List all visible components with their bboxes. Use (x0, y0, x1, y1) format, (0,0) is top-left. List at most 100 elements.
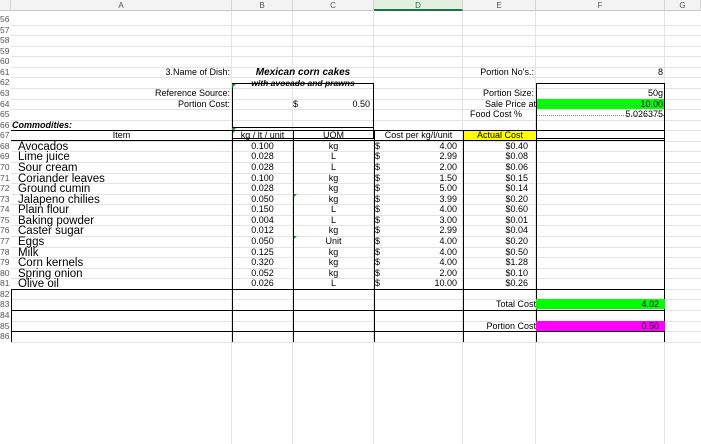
table-border (536, 130, 537, 289)
column-header-a[interactable]: A (11, 0, 232, 11)
table-row-uom: L (330, 278, 336, 288)
sale-price-value: 10.00 (536, 99, 665, 109)
portion-cost-value: 0.50 (352, 99, 370, 109)
row-header[interactable]: 79 (0, 257, 11, 267)
totals-border (536, 289, 537, 342)
table-row-uom: kg (328, 225, 339, 235)
row-header[interactable]: 86 (0, 331, 11, 341)
row-header[interactable]: 77 (0, 236, 11, 246)
food-cost-label: Food Cost % (469, 109, 522, 119)
row-header[interactable]: 56 (0, 14, 11, 24)
row-header[interactable]: 71 (0, 173, 11, 183)
row-header[interactable]: 73 (0, 194, 11, 204)
table-border (232, 130, 233, 289)
row-header[interactable]: 60 (0, 56, 11, 66)
table-row-cost: 5.00 (439, 183, 457, 193)
table-border (11, 140, 665, 141)
table-row-uom: kg (328, 247, 339, 257)
gridline-row (11, 342, 701, 343)
table-row-cost: 4.00 (439, 257, 457, 267)
row-header[interactable]: 80 (0, 268, 11, 278)
row-header[interactable]: 74 (0, 204, 11, 214)
header-item: Item (112, 130, 131, 140)
table-row-uom: L (330, 162, 336, 172)
table-row-actual: $0.08 (505, 151, 528, 161)
table-row-actual: $0.10 (505, 268, 528, 278)
table-border (293, 130, 294, 289)
row-header[interactable]: 83 (0, 299, 11, 309)
column-header-b[interactable]: B (232, 0, 293, 11)
header-qty: kg / lt / unit (240, 130, 285, 140)
table-row-uom: L (330, 215, 336, 225)
portion-box-border (536, 83, 665, 84)
gridline-row (11, 56, 701, 57)
column-header-d[interactable]: D (374, 0, 463, 11)
table-row-qty: 0.004 (251, 215, 274, 225)
row-header[interactable]: 58 (0, 35, 11, 45)
table-row-cost: 2.99 (439, 151, 457, 161)
table-row-actual: $0.01 (505, 215, 528, 225)
dish-box-border (232, 127, 374, 128)
table-row-actual: $0.14 (505, 183, 528, 193)
table-row-actual: $0.20 (505, 236, 528, 246)
dotted-divider (537, 105, 664, 106)
row-header[interactable]: 69 (0, 151, 11, 161)
totals-border (664, 289, 665, 342)
table-row-actual: $0.15 (505, 173, 528, 183)
row-header[interactable]: 61 (0, 67, 11, 77)
column-header-c[interactable]: C (293, 0, 374, 11)
table-border (374, 130, 375, 289)
row-header[interactable]: 81 (0, 278, 11, 288)
row-header[interactable]: 72 (0, 183, 11, 193)
table-row-qty: 0.050 (251, 236, 274, 246)
row-header[interactable]: 63 (0, 88, 11, 98)
table-border (11, 130, 665, 131)
column-header-e[interactable]: E (463, 0, 536, 11)
table-row-actual: $0.40 (505, 141, 528, 151)
table-row-uom: kg (328, 183, 339, 193)
row-header[interactable]: 85 (0, 321, 11, 331)
table-row-qty: 0.100 (251, 173, 274, 183)
table-row-qty: 0.012 (251, 225, 274, 235)
column-header-f[interactable]: F (536, 0, 665, 11)
sale-price-label: Sale Price at (484, 99, 536, 109)
row-header[interactable]: 59 (0, 46, 11, 56)
row-header[interactable]: 84 (0, 310, 11, 320)
table-row-cost: 2.00 (439, 162, 457, 172)
portion-no-label: Portion No's.: (480, 67, 534, 77)
row-header[interactable]: 68 (0, 141, 11, 151)
table-row-actual: $0.20 (505, 194, 528, 204)
table-row-cost: 2.00 (439, 268, 457, 278)
row-header[interactable]: 65 (0, 109, 11, 119)
row-header[interactable]: 66 (0, 120, 11, 130)
table-border (664, 130, 665, 289)
table-row-qty: 0.028 (251, 151, 274, 161)
dish-name: Mexican corn cakes (255, 67, 351, 78)
totals-border (293, 289, 294, 342)
table-row-actual: $0.60 (505, 204, 528, 214)
table-row-uom: kg (328, 194, 339, 204)
table-row-actual: $0.04 (505, 225, 528, 235)
row-header[interactable]: 57 (0, 25, 11, 35)
portion-cost-summary-label: Portion Cost (486, 321, 536, 331)
table-row-cost: 4.00 (439, 204, 457, 214)
select-all-corner[interactable] (0, 0, 11, 11)
row-header[interactable]: 64 (0, 99, 11, 109)
row-header[interactable]: 62 (0, 77, 11, 87)
row-header[interactable]: 67 (0, 130, 11, 140)
table-row-uom: kg (328, 268, 339, 278)
totals-border (374, 289, 375, 342)
column-header-g[interactable]: G (665, 0, 701, 11)
portion-no-value: 8 (657, 67, 663, 77)
row-header[interactable]: 75 (0, 215, 11, 225)
table-row-qty: 0.320 (251, 257, 274, 267)
table-row-qty: 0.100 (251, 141, 274, 151)
totals-border (463, 289, 464, 342)
table-row-qty: 0.028 (251, 183, 274, 193)
table-row-qty: 0.150 (251, 204, 274, 214)
row-header[interactable]: 70 (0, 162, 11, 172)
table-row-cost: 3.00 (439, 215, 457, 225)
row-header[interactable]: 78 (0, 247, 11, 257)
row-header[interactable]: 82 (0, 289, 11, 299)
row-header[interactable]: 76 (0, 225, 11, 235)
